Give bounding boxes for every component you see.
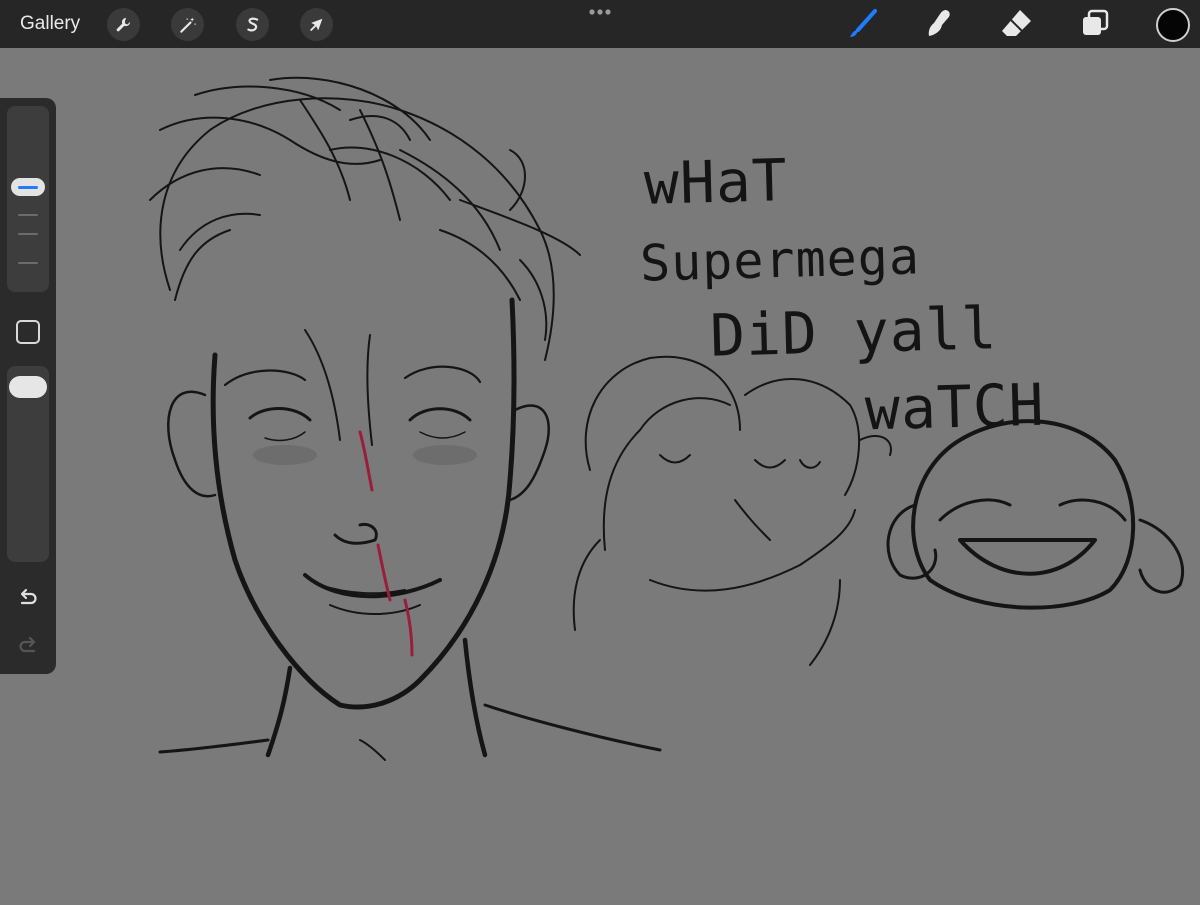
smudge-finger-icon [928, 10, 950, 36]
top-toolbar: Gallery [0, 0, 1200, 48]
actions-button[interactable] [107, 8, 140, 41]
transform-button[interactable] [300, 8, 333, 41]
selection-button[interactable] [236, 8, 269, 41]
wrench-icon [116, 17, 130, 31]
magic-wand-icon [179, 17, 196, 33]
adjustments-button[interactable] [171, 8, 204, 41]
color-picker-button[interactable] [1156, 8, 1190, 42]
eraser-tool-button[interactable] [998, 6, 1034, 42]
gallery-button[interactable]: Gallery [20, 12, 80, 36]
hair-strokes [149, 76, 581, 361]
handwriting-line-2: Supermega [639, 227, 921, 293]
brush-tool-button[interactable] [844, 6, 880, 42]
brush-icon [850, 9, 877, 37]
handwritten-text: wHaT Supermega DiD yall waTCH [639, 146, 1160, 453]
arrow-cursor-icon [309, 18, 322, 31]
layers-icon [1083, 9, 1109, 35]
more-options-icon[interactable] [588, 8, 612, 16]
layers-button[interactable] [1077, 6, 1113, 42]
smudge-tool-button[interactable] [920, 6, 956, 42]
eraser-icon [1002, 10, 1031, 36]
handwriting-line-3: DiD yall [709, 294, 999, 370]
handwriting-line-4: waTCH [864, 370, 1046, 444]
drawing-canvas[interactable]: wHaT Supermega DiD yall waTCH [0, 48, 1200, 900]
handwriting-line-1: wHaT [643, 146, 789, 218]
selection-s-icon [246, 17, 258, 31]
